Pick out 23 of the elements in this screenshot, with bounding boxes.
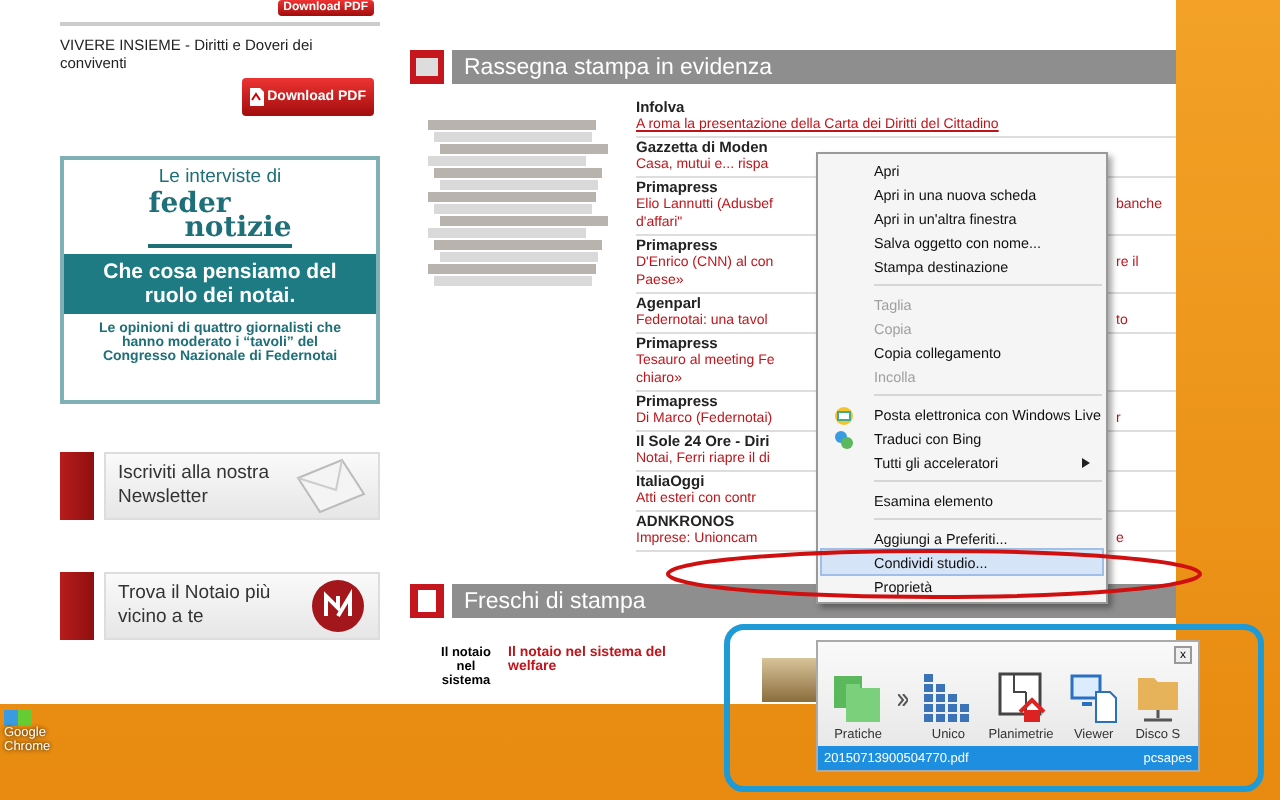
section-icon: [410, 50, 444, 84]
banner-kicker: Le interviste di: [158, 166, 282, 188]
promo-banner[interactable]: Trova il Notaio più vicino a te: [104, 572, 380, 640]
federnotizie-logo: feder notizie: [148, 192, 292, 248]
translate-icon: [834, 430, 854, 450]
promo-text: Iscriviti alla nostra Newsletter: [118, 462, 271, 510]
chevron-icon: [898, 694, 909, 706]
section-header: Rassegna stampa in evidenza: [452, 50, 1176, 84]
envelope-icon: [294, 458, 366, 514]
wax-seal-icon: [310, 578, 366, 634]
shortcut-icon[interactable]: [4, 710, 32, 726]
computer-document-icon: [1069, 672, 1118, 724]
pdf-file-icon: [249, 88, 264, 106]
section-icon: [410, 584, 444, 618]
banner-headline: Che cosa pensiamo del ruolo dei notai.: [64, 254, 376, 314]
floor-plan-icon: [997, 672, 1046, 724]
bar-grid-icon: [924, 672, 973, 724]
mail-icon: [834, 406, 854, 426]
submenu-arrow-icon: [1082, 458, 1090, 468]
promo-banner[interactable]: Iscriviti alla nostra Newsletter: [104, 452, 380, 520]
promo-text: Trova il Notaio più vicino a te: [118, 582, 273, 630]
folders-icon: [834, 672, 883, 724]
network-folder-icon: [1133, 672, 1182, 724]
